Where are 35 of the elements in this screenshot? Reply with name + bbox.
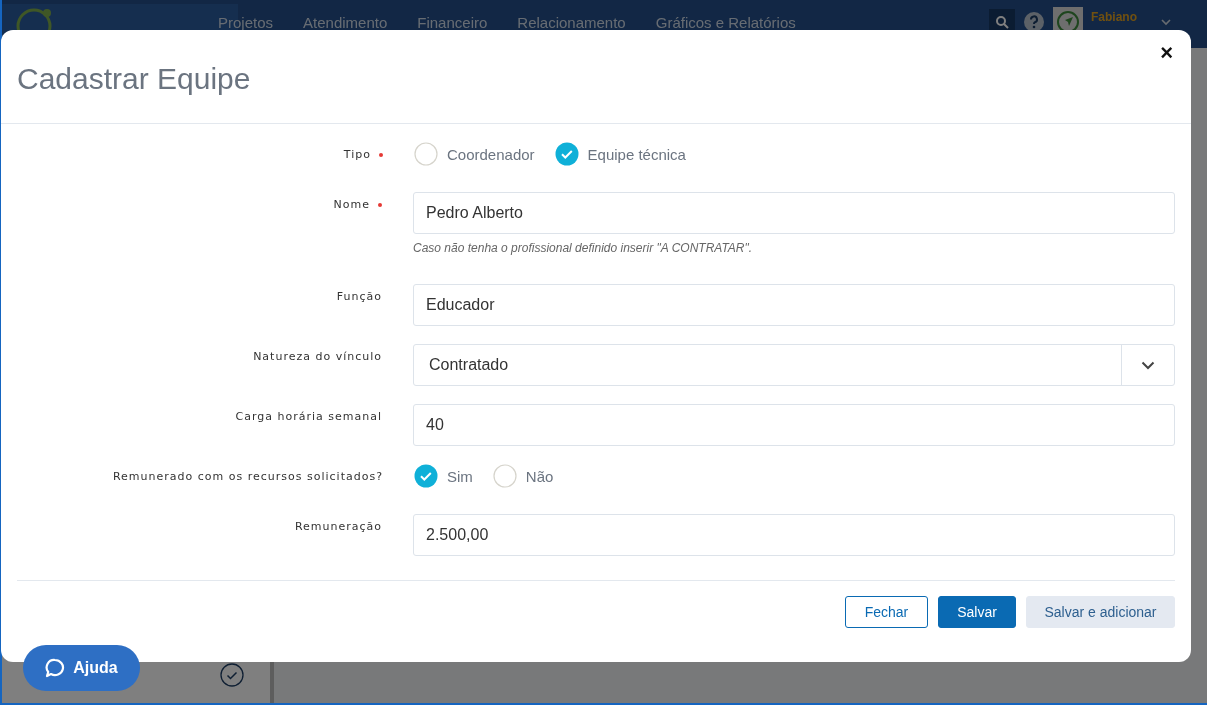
close-button[interactable]: × xyxy=(1156,40,1177,66)
radio-checked-icon[interactable] xyxy=(414,464,438,488)
field-label: Remunerado com os recursos solicitados? xyxy=(112,470,383,485)
close-dialog-button[interactable]: Fechar xyxy=(845,596,928,628)
radio-checked-icon[interactable] xyxy=(554,142,579,166)
help-button[interactable]: Ajuda xyxy=(23,645,140,691)
radio-label[interactable]: Coordenador xyxy=(447,145,535,163)
menu-item[interactable]: Financeiro xyxy=(417,14,488,31)
radio-label[interactable]: Equipe técnica xyxy=(587,145,686,163)
field-label: Nome xyxy=(333,198,370,213)
field-label: Função xyxy=(336,290,382,305)
input-field[interactable]: 40 xyxy=(413,404,1175,446)
field-label: Natureza do vínculo xyxy=(253,350,382,365)
dropdown-field[interactable]: Contratado xyxy=(413,344,1175,386)
field-label: Tipo xyxy=(343,148,371,163)
field-label: Remuneração xyxy=(294,520,382,535)
save-button[interactable]: Salvar xyxy=(938,596,1016,628)
chat-bubble-icon xyxy=(45,658,66,678)
input-field[interactable]: Educador xyxy=(413,284,1175,326)
radio-icon[interactable] xyxy=(414,142,438,166)
input-field[interactable]: Pedro Alberto xyxy=(413,192,1175,234)
save-and-add-button[interactable]: Salvar e adicionar xyxy=(1026,596,1175,628)
hint-text: Caso não tenha o profissional definido inserir "A CONTRATAR". xyxy=(413,241,754,255)
radio-icon[interactable] xyxy=(492,464,517,488)
chevron-down-icon[interactable] xyxy=(1141,360,1155,370)
modal-title: Cadastrar Equipe xyxy=(17,61,251,96)
menu-item[interactable]: Atendimento xyxy=(303,14,388,31)
input-field[interactable]: 2.500,00 xyxy=(413,514,1175,556)
menu-item[interactable]: Gráficos e Relatórios xyxy=(655,14,796,31)
field-label: Carga horária semanal xyxy=(235,410,382,425)
menu-item[interactable]: Projetos xyxy=(218,14,274,31)
check-circle-icon xyxy=(220,663,244,687)
radio-label[interactable]: Não xyxy=(525,467,554,485)
menu-item[interactable]: Relacionamento xyxy=(517,14,626,31)
radio-label[interactable]: Sim xyxy=(447,467,473,485)
